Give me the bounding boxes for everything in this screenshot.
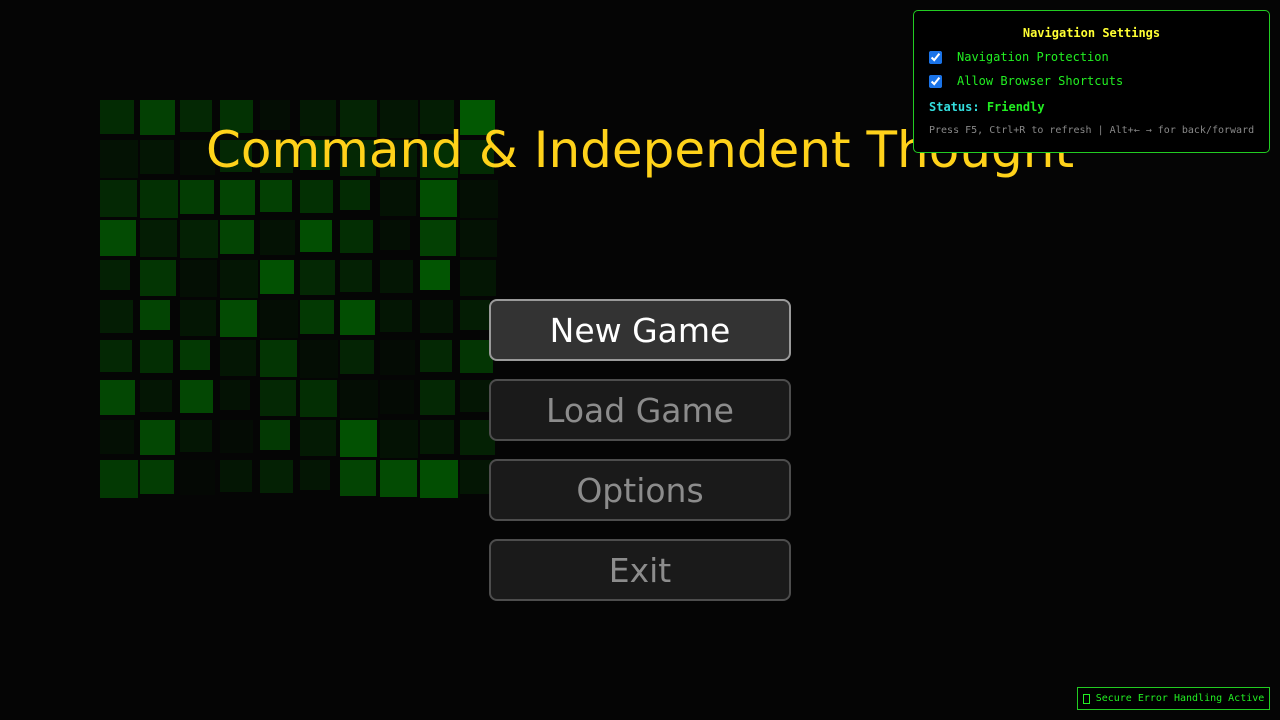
background-tile	[260, 420, 290, 450]
background-tile	[140, 300, 170, 330]
background-tile	[420, 380, 455, 415]
background-tile	[300, 420, 336, 456]
background-tile	[220, 460, 252, 492]
background-tile	[260, 260, 294, 294]
background-tile	[100, 260, 130, 290]
new-game-button[interactable]: New Game	[489, 299, 791, 361]
background-tile	[300, 300, 334, 334]
background-tile	[100, 340, 132, 372]
lock-icon	[1082, 693, 1090, 704]
background-tile	[380, 180, 416, 216]
background-tile	[380, 220, 410, 250]
background-tile	[380, 300, 412, 332]
background-tile	[300, 220, 332, 252]
background-tile	[340, 300, 375, 335]
background-tile	[140, 340, 173, 373]
background-tile	[140, 460, 174, 494]
background-tile	[460, 260, 496, 296]
background-tile	[420, 460, 458, 498]
background-tile	[220, 420, 253, 453]
background-tile	[100, 220, 136, 256]
background-tile	[260, 220, 295, 255]
background-tile	[140, 180, 178, 218]
background-tile	[180, 220, 218, 258]
background-tile	[180, 180, 214, 214]
navigation-protection-option[interactable]: Navigation Protection	[929, 50, 1109, 64]
background-tile	[340, 380, 378, 418]
background-tile	[140, 220, 177, 257]
background-tile	[260, 460, 293, 493]
background-tile	[380, 260, 413, 293]
background-tile	[340, 220, 373, 253]
background-tile	[220, 260, 258, 298]
background-tile	[420, 340, 452, 372]
background-tile	[220, 180, 255, 215]
background-tile	[260, 380, 296, 416]
background-tile	[340, 460, 376, 496]
background-tile	[300, 380, 337, 417]
navigation-settings-title: Navigation Settings	[1022, 26, 1161, 40]
background-tile	[340, 180, 370, 210]
background-tile	[380, 340, 415, 375]
exit-button[interactable]: Exit	[489, 539, 791, 601]
background-tile	[220, 220, 254, 254]
background-tile	[420, 300, 453, 333]
background-tile	[100, 460, 138, 498]
browser-shortcuts-option[interactable]: Allow Browser Shortcuts	[929, 74, 1123, 88]
background-tile	[300, 340, 338, 378]
secure-badge-text: Secure Error Handling Active	[1095, 693, 1265, 704]
background-tile	[300, 460, 330, 490]
background-tile	[340, 260, 372, 292]
background-tile	[100, 300, 133, 333]
background-tile	[460, 220, 497, 257]
background-tile	[140, 380, 172, 412]
navigation-protection-label: Navigation Protection	[957, 50, 1109, 64]
background-tile	[140, 260, 176, 296]
background-tile	[420, 260, 450, 290]
navigation-settings-panel: Navigation Settings Navigation Protectio…	[913, 10, 1270, 153]
background-tile	[260, 180, 292, 212]
status-label: Status:	[929, 100, 980, 114]
background-tile	[260, 300, 298, 338]
main-menu-screen: Command & Independent Thought New Game L…	[0, 0, 1280, 720]
background-tile	[380, 380, 414, 414]
background-tile	[380, 420, 418, 458]
keyboard-hint: Press F5, Ctrl+R to refresh | Alt+← → fo…	[929, 125, 1255, 136]
background-tile	[180, 380, 213, 413]
status-line: Status: Friendly	[929, 100, 1045, 114]
background-tile	[260, 340, 297, 377]
secure-error-handling-badge: Secure Error Handling Active	[1077, 687, 1270, 710]
background-tile	[180, 260, 217, 297]
background-tile	[220, 300, 257, 337]
background-tile	[180, 460, 215, 495]
background-tile	[220, 340, 256, 376]
browser-shortcuts-checkbox[interactable]	[929, 74, 942, 88]
background-tile	[180, 300, 216, 336]
background-tile	[420, 220, 456, 256]
browser-shortcuts-label: Allow Browser Shortcuts	[957, 74, 1124, 88]
background-tile	[100, 380, 135, 415]
background-tile	[180, 340, 210, 370]
background-tile	[460, 180, 498, 218]
background-tile	[100, 420, 134, 454]
background-tile	[420, 180, 457, 217]
background-tile	[420, 420, 454, 454]
status-value: Friendly	[986, 100, 1045, 114]
background-tile	[300, 260, 335, 295]
background-tile	[340, 420, 377, 457]
load-game-button[interactable]: Load Game	[489, 379, 791, 441]
background-tile	[140, 420, 175, 455]
background-tile	[460, 300, 490, 330]
options-button[interactable]: Options	[489, 459, 791, 521]
background-tile	[220, 380, 250, 410]
background-tile	[100, 180, 137, 217]
background-tile	[340, 340, 374, 374]
background-tile	[300, 180, 333, 213]
navigation-protection-checkbox[interactable]	[929, 50, 942, 64]
background-tile	[380, 460, 417, 497]
background-tile	[180, 420, 212, 452]
background-tile	[460, 380, 492, 412]
